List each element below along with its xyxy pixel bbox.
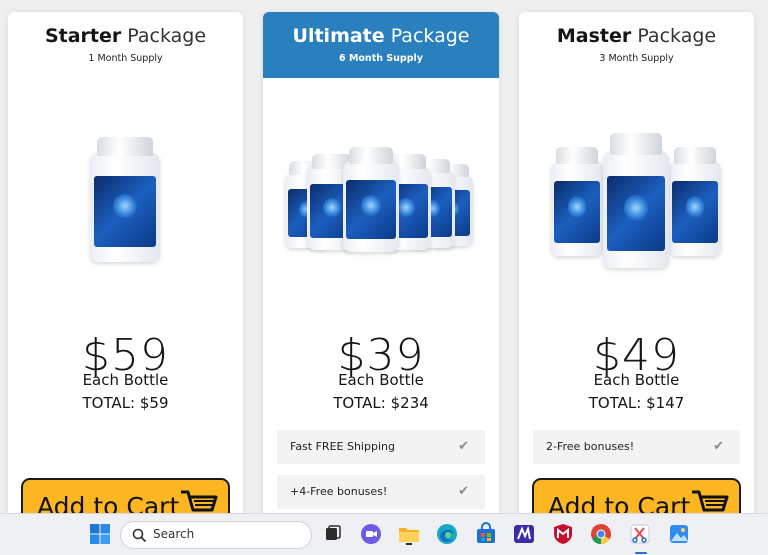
photos-icon[interactable]	[667, 522, 693, 548]
total-price: TOTAL: $59	[82, 394, 169, 412]
package-title-light: Package	[390, 25, 470, 47]
snipping-tool-icon[interactable]	[628, 522, 654, 554]
store-icon[interactable]	[474, 522, 500, 548]
product-image	[519, 122, 754, 292]
mcafee-icon[interactable]	[551, 522, 577, 548]
task-view-icon[interactable]	[321, 522, 347, 548]
check-icon: ✔	[713, 439, 724, 454]
package-supply: 6 Month Supply	[339, 53, 423, 64]
product-image	[8, 122, 243, 292]
package-title-strong: Starter	[44, 25, 122, 47]
package-title-light: Package	[637, 25, 717, 47]
each-bottle-label: Each Bottle	[338, 371, 424, 389]
package-title-strong: Master	[556, 25, 632, 47]
check-icon: ✔	[458, 484, 469, 499]
feature-row: 2-Free bonuses! ✔	[533, 430, 740, 464]
check-icon: ✔	[458, 439, 469, 454]
package-card-ultimate: Ultimate Package 6 Month Supply $39 Each…	[263, 12, 499, 532]
package-card-master: Master Package 3 Month Supply $49 Each B…	[519, 12, 754, 532]
package-supply: 1 Month Supply	[88, 53, 163, 64]
package-card-starter: Starter Package 1 Month Supply $59 Each …	[8, 12, 243, 532]
search-placeholder: Search	[153, 527, 195, 541]
edge-icon[interactable]	[435, 522, 461, 548]
each-bottle-label: Each Bottle	[593, 371, 680, 389]
mailbird-icon[interactable]	[512, 522, 538, 548]
product-image	[263, 122, 499, 292]
card-header: Ultimate Package 6 Month Supply	[263, 12, 499, 78]
package-title-light: Package	[127, 25, 207, 47]
feature-label: +4-Free bonuses!	[290, 485, 388, 498]
bottle	[343, 147, 399, 252]
feature-row: +4-Free bonuses! ✔	[277, 475, 485, 509]
feature-row: Fast FREE Shipping ✔	[277, 430, 485, 464]
bottle	[669, 146, 721, 256]
search-icon	[132, 528, 147, 543]
windows-start-icon[interactable]	[88, 522, 114, 548]
each-bottle-label: Each Bottle	[82, 371, 169, 389]
chrome-icon[interactable]	[589, 522, 615, 548]
package-title: Ultimate Package	[263, 24, 499, 48]
chat-icon[interactable]	[359, 522, 385, 548]
feature-label: Fast FREE Shipping	[290, 440, 395, 453]
bottle	[603, 133, 669, 268]
package-title: Master Package	[519, 24, 754, 48]
total-price: TOTAL: $147	[588, 394, 685, 412]
package-supply: 3 Month Supply	[599, 53, 674, 64]
bottle	[551, 146, 603, 256]
feature-label: 2-Free bonuses!	[546, 440, 635, 453]
total-price: TOTAL: $234	[333, 394, 429, 412]
package-title-strong: Ultimate	[292, 25, 385, 47]
file-explorer-icon[interactable]	[397, 522, 423, 548]
package-title: Starter Package	[8, 24, 243, 48]
card-header: Starter Package 1 Month Supply	[8, 12, 243, 78]
taskbar-search[interactable]: Search	[120, 521, 312, 549]
card-header: Master Package 3 Month Supply	[519, 12, 754, 78]
bottle	[90, 136, 160, 262]
windows-taskbar: Search	[0, 513, 768, 555]
